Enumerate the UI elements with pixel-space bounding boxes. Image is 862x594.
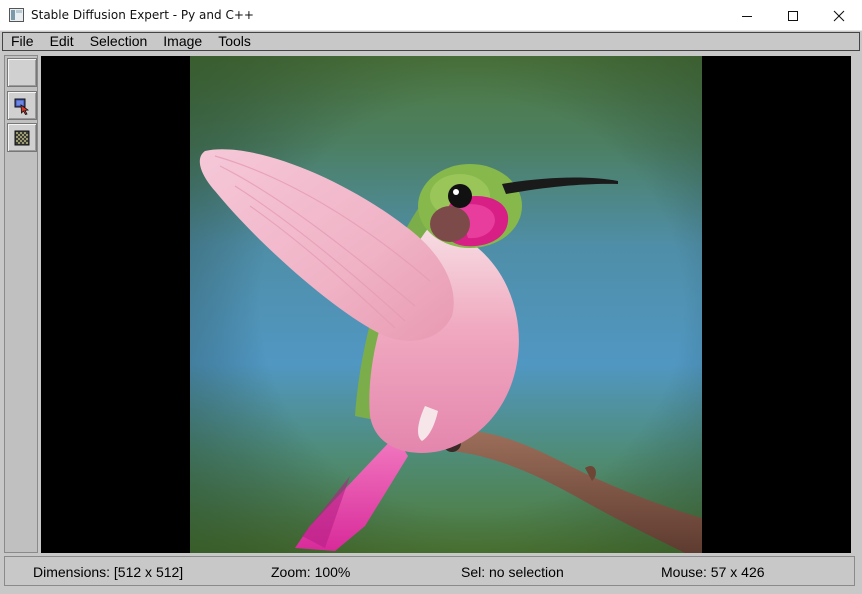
hummingbird-picture: [190, 56, 702, 553]
menu-selection[interactable]: Selection: [82, 33, 156, 50]
title-bar: Stable Diffusion Expert - Py and C++: [0, 0, 862, 31]
menu-edit[interactable]: Edit: [42, 33, 82, 50]
close-icon: [833, 10, 845, 21]
status-selection: Sel: no selection: [461, 564, 564, 580]
menu-tools[interactable]: Tools: [210, 33, 259, 50]
close-button[interactable]: [816, 0, 862, 31]
menu-file[interactable]: File: [3, 33, 42, 50]
image-canvas[interactable]: [41, 56, 851, 553]
checker-texture-icon: [14, 130, 30, 145]
app-icon: [9, 8, 24, 22]
checker-texture-tool-button[interactable]: [7, 123, 37, 152]
status-mouse-position: Mouse: 57 x 426: [661, 564, 765, 580]
maximize-icon: [788, 10, 798, 21]
window-title: Stable Diffusion Expert - Py and C++: [31, 8, 254, 22]
tool-palette: [4, 55, 38, 553]
status-bar: Dimensions: [512 x 512] Zoom: 100% Sel: …: [4, 556, 855, 586]
menu-bar: File Edit Selection Image Tools: [2, 32, 860, 51]
maximize-button[interactable]: [770, 0, 816, 31]
blank-tool-button[interactable]: [7, 58, 37, 87]
status-dimensions: Dimensions: [512 x 512]: [33, 564, 184, 580]
hummingbird-image: [190, 56, 702, 553]
select-pointer-icon: [14, 98, 30, 115]
minimize-icon: [742, 15, 752, 17]
minimize-button[interactable]: [724, 0, 770, 31]
status-zoom: Zoom: 100%: [271, 564, 351, 580]
menu-image[interactable]: Image: [155, 33, 210, 50]
select-pointer-tool-button[interactable]: [7, 91, 37, 120]
